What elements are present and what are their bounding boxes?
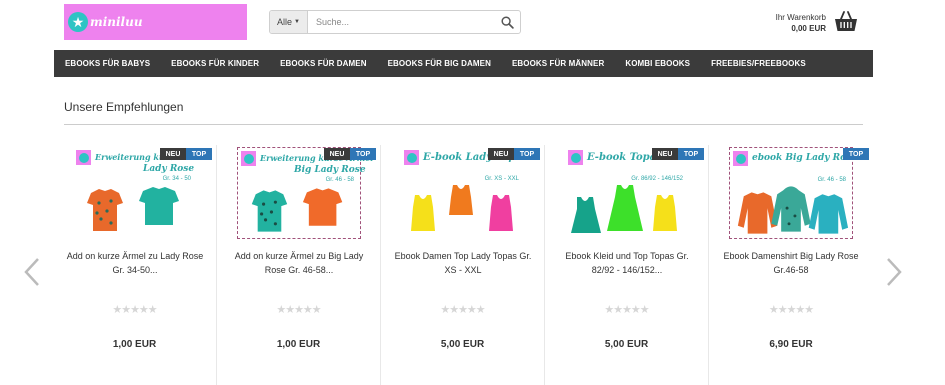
product-price: 6,90 EUR xyxy=(769,339,813,350)
product-name[interactable]: Ebook Damen Top Lady Topas Gr. XS - XXL xyxy=(393,249,533,277)
search-button[interactable] xyxy=(494,11,520,33)
badge-new: NEU xyxy=(160,148,186,160)
nav-item-kombi[interactable]: KOMBI EBOOKS xyxy=(625,59,690,68)
product-name[interactable]: Add on kurze Ärmel zu Big Lady Rose Gr. … xyxy=(229,249,369,277)
caret-down-icon: ▼ xyxy=(294,19,300,25)
nav-item-big-damen[interactable]: EBOOKS FÜR BIG DAMEN xyxy=(388,59,491,68)
main-nav: EBOOKS FÜR BABYS EBOOKS FÜR KINDER EBOOK… xyxy=(54,50,873,77)
badge-group: NEU TOP xyxy=(488,148,540,160)
product-price: 1,00 EUR xyxy=(276,339,321,350)
thumb-title: E-book Topas xyxy=(587,152,662,163)
product-name[interactable]: Ebook Damenshirt Big Lady Rose Gr.46-58 xyxy=(721,249,861,277)
badge-group: NEU TOP xyxy=(160,148,212,160)
tshirt-icon xyxy=(87,187,179,231)
section-divider xyxy=(64,124,863,125)
product-name[interactable]: Add on kurze Ärmel zu Lady Rose Gr. 34-5… xyxy=(65,249,205,277)
basket-icon[interactable] xyxy=(834,11,858,33)
product-carousel: Erweiterung kurze Ärmel Lady Rose Gr. 34… xyxy=(53,145,873,385)
badge-top: TOP xyxy=(678,148,704,160)
product-name[interactable]: Ebook Kleid und Top Topas Gr. 82/92 - 14… xyxy=(557,249,697,277)
rating-stars: ★★★★★ xyxy=(440,304,485,316)
thumb-size: Gr. XS - XXL xyxy=(484,176,519,182)
brand-star-icon xyxy=(404,150,419,165)
thumb-title-line2: Big Lady Rose xyxy=(294,165,366,175)
tank-top-icon xyxy=(411,185,513,231)
tshirt-icon xyxy=(251,188,343,232)
carousel-next-button[interactable] xyxy=(882,254,906,290)
search-input[interactable] xyxy=(308,11,494,33)
badge-group: NEU TOP xyxy=(652,148,704,160)
brand-star-icon xyxy=(241,151,256,166)
nav-item-freebies[interactable]: FREEBIES/FREEBOOKS xyxy=(711,59,806,68)
product-price: 1,00 EUR xyxy=(112,339,157,350)
search-icon xyxy=(500,15,514,29)
product-card[interactable]: E-book Lady Topas Gr. XS - XXL NEU TOP E… xyxy=(381,145,545,385)
thumb-size: Gr. 46 - 58 xyxy=(817,177,846,183)
product-card[interactable]: ebook Big Lady Rose Gr. 46 - 58 TOP Eboo… xyxy=(709,145,873,385)
product-image[interactable]: E-book Topas Gr. 86/92 - 146/152 xyxy=(565,147,689,239)
thumb-size: Gr. 86/92 - 146/152 xyxy=(631,176,683,182)
badge-top: TOP xyxy=(514,148,540,160)
rating-stars: ★★★★★ xyxy=(604,304,649,316)
product-price: 5,00 EUR xyxy=(604,339,649,350)
nav-item-maenner[interactable]: EBOOKS FÜR MÄNNER xyxy=(512,59,604,68)
product-image[interactable]: Erweiterung kurze Ärmel Lady Rose Gr. 34… xyxy=(73,147,208,239)
site-logo[interactable]: ★ miniluu xyxy=(64,4,247,40)
logo-text: miniluu xyxy=(90,15,143,29)
product-card[interactable]: E-book Topas Gr. 86/92 - 146/152 NEU TOP… xyxy=(545,145,709,385)
product-image[interactable]: ebook Big Lady Rose Gr. 46 - 58 xyxy=(729,147,857,239)
product-image[interactable]: Erweiterung kurze Ärmel Big Lady Rose Gr… xyxy=(237,147,373,239)
thumb-size: Gr. 34 - 50 xyxy=(162,176,191,182)
search-category-label: Alle xyxy=(277,17,293,27)
rating-stars: ★★★★★ xyxy=(768,304,814,316)
carousel-prev-button[interactable] xyxy=(20,254,44,290)
brand-star-icon xyxy=(76,150,91,165)
badge-new: NEU xyxy=(324,148,350,160)
thumb-size: Gr. 46 - 58 xyxy=(325,177,354,183)
thumb-title: ebook Big Lady Rose xyxy=(752,153,857,163)
badge-group: NEU TOP xyxy=(324,148,376,160)
product-price: 5,00 EUR xyxy=(440,339,485,350)
badge-top: TOP xyxy=(350,148,376,160)
badge-group: TOP xyxy=(843,148,869,160)
longsleeve-icon xyxy=(737,186,849,234)
badge-new: NEU xyxy=(488,148,514,160)
badge-top: TOP xyxy=(186,148,212,160)
nav-item-babys[interactable]: EBOOKS FÜR BABYS xyxy=(65,59,150,68)
rating-stars: ★★★★★ xyxy=(112,304,157,316)
thumb-title-line2: Lady Rose xyxy=(143,164,195,174)
nav-item-kinder[interactable]: EBOOKS FÜR KINDER xyxy=(171,59,259,68)
product-image[interactable]: E-book Lady Topas Gr. XS - XXL xyxy=(401,147,528,239)
badge-top: TOP xyxy=(843,148,869,160)
dress-icon xyxy=(571,185,677,233)
product-card[interactable]: Erweiterung kurze Ärmel Big Lady Rose Gr… xyxy=(217,145,381,385)
chevron-right-icon xyxy=(887,258,902,286)
section-title: Unsere Empfehlungen xyxy=(64,100,184,114)
brand-star-icon xyxy=(568,150,583,165)
logo-star-icon: ★ xyxy=(68,12,88,32)
search-bar: Alle ▼ xyxy=(269,10,521,34)
cart-summary[interactable]: Ihr Warenkorb 0,00 EUR xyxy=(764,12,826,34)
brand-star-icon xyxy=(733,151,748,166)
rating-stars: ★★★★★ xyxy=(276,304,321,316)
cart-total: 0,00 EUR xyxy=(791,24,826,33)
cart-label: Ihr Warenkorb xyxy=(775,13,826,22)
product-card[interactable]: Erweiterung kurze Ärmel Lady Rose Gr. 34… xyxy=(53,145,217,385)
badge-new: NEU xyxy=(652,148,678,160)
nav-item-damen[interactable]: EBOOKS FÜR DAMEN xyxy=(280,59,367,68)
search-category-select[interactable]: Alle ▼ xyxy=(270,11,308,33)
chevron-left-icon xyxy=(24,258,39,286)
